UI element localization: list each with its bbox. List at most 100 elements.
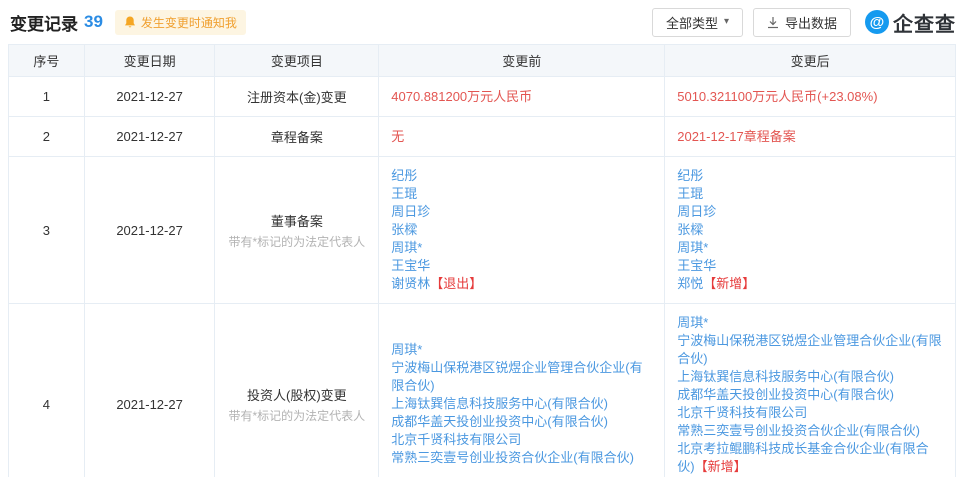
entity-link[interactable]: 常熟三奕壹号创业投资合伙企业(有限合伙): [391, 450, 634, 465]
entity-link[interactable]: 宁波梅山保税港区锐煜企业管理合伙企业(有限合伙): [677, 333, 941, 366]
value-text: 5010.321100万元人民币(+23.08%): [677, 88, 878, 104]
value-line: 周日珍: [391, 203, 652, 221]
entity-link[interactable]: 周琪*: [677, 315, 708, 330]
export-data-button[interactable]: 导出数据: [752, 7, 851, 37]
entity-link[interactable]: 谢贤林: [391, 276, 430, 291]
after-change-cell: 2021-12-17章程备案: [664, 116, 956, 157]
entity-link[interactable]: 张樑: [677, 222, 703, 237]
value-line: 张樑: [677, 221, 943, 239]
value-text: 无: [391, 128, 405, 144]
entity-link[interactable]: 周琪*: [391, 240, 422, 255]
change-item-cell: 董事备案 带有*标记的为法定代表人: [214, 156, 380, 304]
value-line: 北京千贤科技有限公司: [677, 404, 943, 422]
caret-down-icon: ▾: [723, 16, 729, 27]
change-item-cell: 投资人(股权)变更带有*标记的为法定代表人: [214, 303, 380, 477]
value-line: 北京考拉鲲鹏科技成长基金合伙企业(有限合伙)【新增】: [677, 440, 943, 476]
type-filter-label: 全部类型: [665, 15, 718, 31]
entity-link[interactable]: 张樑: [391, 222, 417, 237]
brand-logo: @ 企查查: [865, 8, 956, 37]
title-group: 变更记录 39 发生变更时通知我: [10, 9, 246, 35]
change-item-cell: 章程备案: [214, 116, 380, 157]
entity-link[interactable]: 成都华盖天投创业投资中心(有限合伙): [391, 414, 608, 429]
entity-link[interactable]: 上海钛巽信息科技服务中心(有限合伙): [677, 369, 894, 384]
toolbar-actions: 全部类型 ▾ 导出数据 @ 企查查: [651, 7, 956, 37]
value-line: 纪彤: [677, 167, 943, 185]
value-line: 北京千贤科技有限公司: [391, 431, 652, 449]
value-line: 周琪*: [391, 341, 652, 359]
value-line: 张樑: [391, 221, 652, 239]
entity-link[interactable]: 周琪*: [677, 240, 708, 255]
header-change-item: 变更项目: [214, 44, 380, 77]
notify-label: 发生变更时通知我: [140, 15, 237, 30]
value-line: 周琪*: [677, 239, 943, 257]
download-icon: [767, 16, 778, 28]
header-before-change: 变更前: [378, 44, 666, 77]
row-number-cell: 4: [8, 303, 85, 477]
value-line: 纪彤: [391, 167, 652, 185]
before-change-cell: 周琪* 宁波梅山保税港区锐煜企业管理合伙企业(有限合伙) 上海钛巽信息科技服务中心(…: [378, 303, 666, 477]
value-line: 成都华盖天投创业投资中心(有限合伙): [677, 386, 943, 404]
brand-name: 企查查: [893, 13, 956, 36]
entity-link[interactable]: 王琨: [677, 186, 703, 201]
value-line: 4070.881200万元人民币: [391, 88, 652, 106]
value-line: 周琪*: [391, 239, 652, 257]
notify-on-change-button[interactable]: 发生变更时通知我: [114, 9, 246, 35]
value-line: 无: [391, 128, 652, 146]
value-line: 2021-12-17章程备案: [677, 128, 943, 146]
after-change-cell: 纪彤 王琨 周日珍 张樑 周琪* 王宝华 郑悦【新增】: [664, 156, 956, 304]
value-line: 谢贤林【退出】: [391, 275, 652, 293]
value-text: 2021-12-17章程备案: [677, 128, 796, 144]
change-tag: 【退出】: [430, 276, 483, 291]
change-date-cell: 2021-12-27: [83, 76, 216, 117]
before-change-cell: 纪彤王琨周日珍张樑周琪* 王宝华谢贤林【退出】: [378, 156, 666, 304]
value-line: 周日珍: [677, 203, 943, 221]
qichacha-logo-icon: @: [865, 10, 889, 34]
entity-link[interactable]: 郑悦: [677, 276, 703, 291]
change-item-cell: 注册资本(金)变更: [214, 76, 380, 117]
value-line: 上海钛巽信息科技服务中心(有限合伙): [391, 395, 652, 413]
change-record-table: 序号 变更日期 变更项目 变更前 变更后 1 2021-12-27 注册资本(金)变…: [8, 44, 956, 477]
header-no: 序号: [8, 44, 85, 77]
value-line: 成都华盖天投创业投资中心(有限合伙): [391, 413, 652, 431]
entity-link[interactable]: 纪彤: [677, 168, 703, 183]
change-record-table-wrap: 序号 变更日期 变更项目 变更前 变更后 1 2021-12-27 注册资本(金)变…: [8, 44, 956, 477]
entity-link[interactable]: 周琪*: [391, 342, 422, 357]
table-row: 3 2021-12-27 董事备案 带有*标记的为法定代表人 纪彤 王琨 周日珍 张樑 周琪* 王…: [8, 156, 956, 304]
entity-link[interactable]: 周日珍: [677, 204, 716, 219]
entity-link[interactable]: 成都华盖天投创业投资中心(有限合伙): [677, 387, 894, 402]
record-count: 39: [84, 12, 103, 31]
change-item-name: 章程备案: [270, 130, 323, 145]
value-line: 宁波梅山保税港区锐煜企业管理合伙企业(有限合伙): [391, 359, 652, 395]
value-line: 5010.321100万元人民币(+23.08%): [677, 88, 943, 106]
value-line: 周琪*: [677, 314, 943, 332]
after-change-cell: 周琪* 宁波梅山保税港区锐煜企业管理合伙企业(有限合伙) 上海钛巽信息科技服务中心(…: [664, 303, 956, 477]
before-change-cell: 4070.881200万元人民币: [378, 76, 666, 117]
value-line: 王宝华: [677, 257, 943, 275]
entity-link[interactable]: 北京千贤科技有限公司: [391, 432, 521, 447]
legal-rep-note: 带有*标记的为法定代表人: [228, 408, 366, 423]
header-change-date: 变更日期: [83, 44, 216, 77]
type-filter-dropdown[interactable]: 全部类型 ▾: [651, 7, 743, 37]
entity-link[interactable]: 宁波梅山保税港区锐煜企业管理合伙企业(有限合伙): [391, 360, 642, 393]
value-line: 上海钛巽信息科技服务中心(有限合伙): [677, 368, 943, 386]
topbar: 变更记录 39 发生变更时通知我 全部类型 ▾ 导出数据 @ 企查查: [0, 0, 964, 44]
change-date-cell: 2021-12-27: [83, 303, 216, 477]
row-number-cell: 3: [8, 156, 85, 304]
page-title: 变更记录: [10, 14, 78, 34]
value-line: 王宝华: [391, 257, 652, 275]
bell-icon: [124, 16, 135, 27]
header-after-change: 变更后: [664, 44, 956, 77]
entity-link[interactable]: 纪彤: [391, 168, 417, 183]
entity-link[interactable]: 北京千贤科技有限公司: [677, 405, 807, 420]
change-date-cell: 2021-12-27: [83, 116, 216, 157]
entity-link[interactable]: 王琨: [391, 186, 417, 201]
change-item-name: 投资人(股权)变更: [247, 387, 347, 403]
entity-link[interactable]: 上海钛巽信息科技服务中心(有限合伙): [391, 396, 608, 411]
entity-link[interactable]: 王宝华: [391, 258, 430, 273]
entity-link[interactable]: 周日珍: [391, 204, 430, 219]
after-change-cell: 5010.321100万元人民币(+23.08%): [664, 76, 956, 117]
entity-link[interactable]: 王宝华: [677, 258, 716, 273]
entity-link[interactable]: 常熟三奕壹号创业投资合伙企业(有限合伙): [677, 423, 920, 438]
change-table-body: 1 2021-12-27 注册资本(金)变更 4070.881200万元人民币 5010…: [8, 76, 956, 477]
row-number-cell: 1: [8, 76, 85, 117]
